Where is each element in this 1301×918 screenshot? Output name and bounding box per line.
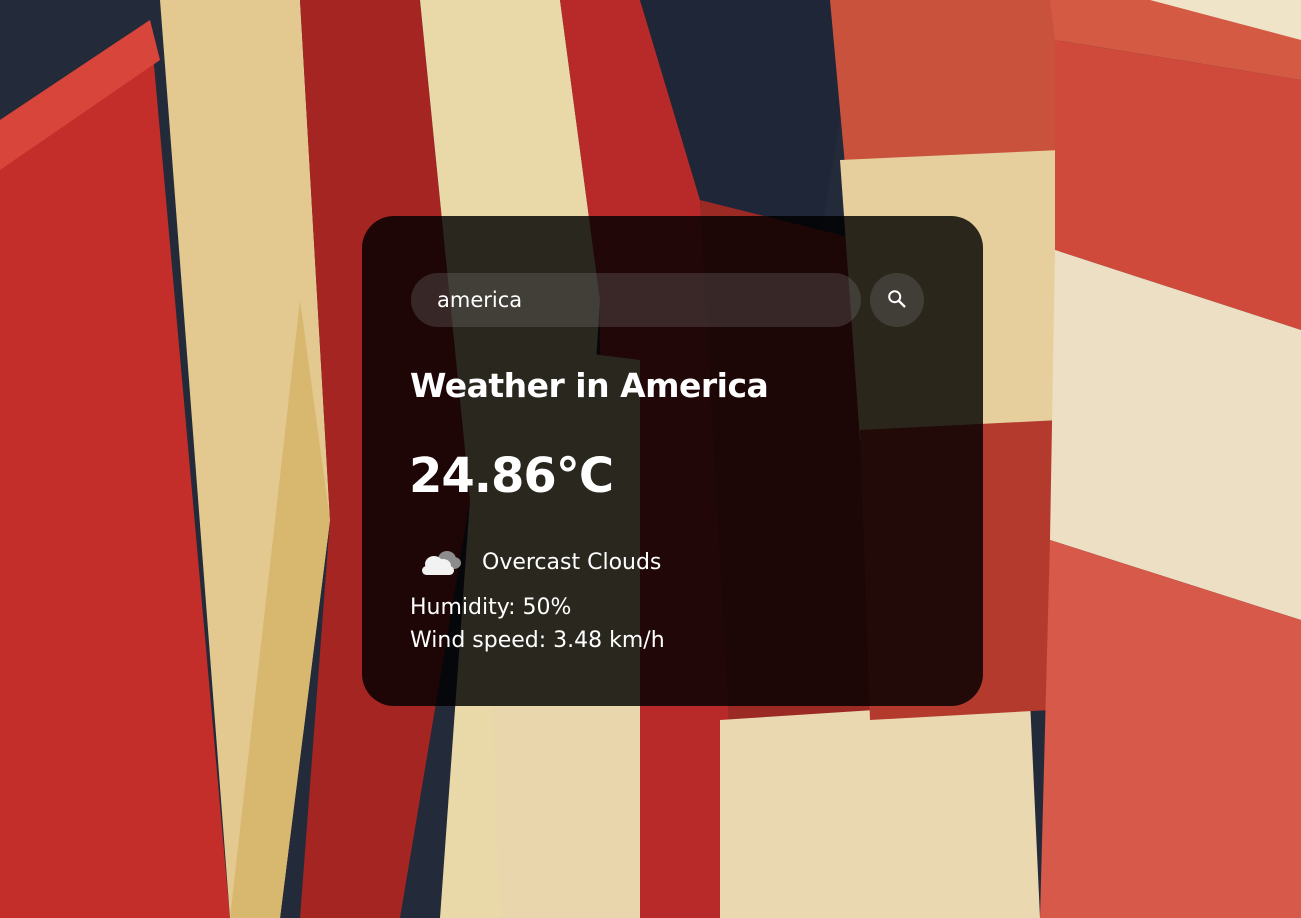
search-icon — [886, 288, 908, 313]
search-bar — [411, 273, 926, 327]
weather-card: Weather in America 24.86°C Overcast Clou… — [362, 216, 983, 706]
search-input[interactable] — [411, 273, 861, 327]
weather-description: Overcast Clouds — [482, 549, 662, 575]
city-title: Weather in America — [410, 366, 769, 405]
wind-speed: Wind speed: 3.48 km/h — [410, 628, 665, 653]
temperature: 24.86°C — [409, 448, 614, 504]
humidity: Humidity: 50% — [410, 595, 572, 620]
weather-description-row: Overcast Clouds — [416, 542, 661, 582]
search-button[interactable] — [870, 273, 924, 327]
cloud-icon — [416, 542, 466, 582]
